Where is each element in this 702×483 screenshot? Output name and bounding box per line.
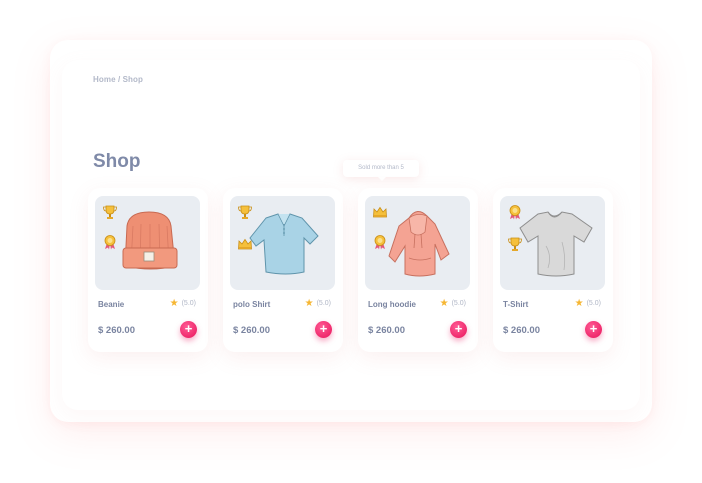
product-image[interactable] (95, 196, 200, 290)
medal-icon (374, 235, 386, 250)
product-image[interactable] (500, 196, 605, 290)
trophy-icon (508, 237, 522, 251)
product-name[interactable]: Long hoodie (368, 300, 416, 309)
product-rating: ★ (5.0) (169, 298, 196, 309)
product-price: $ 260.00 (98, 325, 135, 336)
medal-icon (104, 235, 116, 250)
product-rating: ★ (5.0) (304, 298, 331, 309)
product-price: $ 260.00 (503, 325, 540, 336)
medal-icon (509, 205, 521, 220)
product-price: $ 260.00 (368, 325, 405, 336)
star-icon: ★ (439, 298, 449, 309)
product-card-polo-shirt[interactable]: polo Shirt ★ (5.0) $ 260.00 + (223, 188, 343, 352)
breadcrumb[interactable]: Home / Shop (93, 75, 143, 84)
page-title: Shop (93, 151, 141, 172)
add-to-cart-button[interactable]: + (450, 321, 467, 338)
star-icon: ★ (574, 298, 584, 309)
product-price: $ 260.00 (233, 325, 270, 336)
add-to-cart-button[interactable]: + (180, 321, 197, 338)
trophy-icon (103, 205, 117, 219)
rating-value: (5.0) (316, 300, 331, 307)
star-icon: ★ (304, 298, 314, 309)
crown-icon (373, 206, 387, 218)
add-to-cart-button[interactable]: + (315, 321, 332, 338)
product-card-beanie[interactable]: Beanie ★ (5.0) $ 260.00 + (88, 188, 208, 352)
crown-icon (238, 238, 252, 250)
rating-value: (5.0) (586, 300, 601, 307)
product-name[interactable]: T-Shirt (503, 300, 528, 309)
sold-tooltip: Sold more than 5 (343, 160, 419, 181)
product-name[interactable]: polo Shirt (233, 300, 270, 309)
add-to-cart-button[interactable]: + (585, 321, 602, 338)
product-image[interactable] (230, 196, 335, 290)
product-image[interactable] (365, 196, 470, 290)
product-rating: ★ (5.0) (439, 298, 466, 309)
product-rating: ★ (5.0) (574, 298, 601, 309)
product-card-t-shirt[interactable]: T-Shirt ★ (5.0) $ 260.00 + (493, 188, 613, 352)
product-card-long-hoodie[interactable]: Long hoodie ★ (5.0) $ 260.00 + (358, 188, 478, 352)
product-name[interactable]: Beanie (98, 300, 124, 309)
trophy-icon (238, 205, 252, 219)
rating-value: (5.0) (181, 300, 196, 307)
star-icon: ★ (169, 298, 179, 309)
stage: Home / Shop Shop Sold more than 5 Beanie (0, 0, 702, 483)
rating-value: (5.0) (451, 300, 466, 307)
